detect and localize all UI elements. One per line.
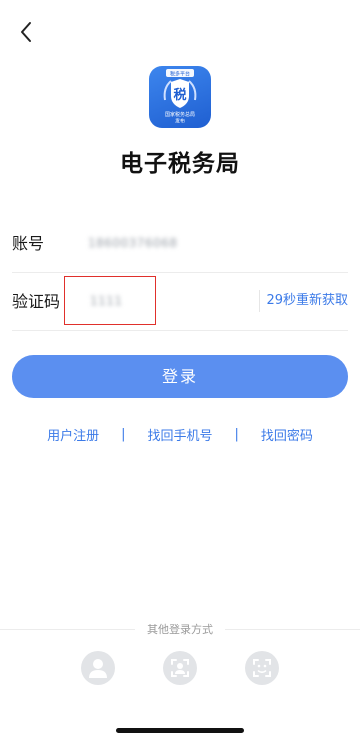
divider-line bbox=[225, 628, 360, 630]
home-indicator bbox=[116, 728, 244, 733]
verification-code-row: 验证码 1111 29秒重新获取 bbox=[12, 273, 348, 331]
account-label: 账号 bbox=[12, 234, 45, 253]
back-button[interactable] bbox=[12, 18, 40, 46]
account-row: 账号 18600376068 bbox=[12, 215, 348, 273]
user-icon bbox=[89, 659, 107, 678]
divider-line bbox=[0, 628, 135, 630]
account-links: 用户注册 | 找回手机号 | 找回密码 bbox=[0, 424, 360, 444]
face-id-icon bbox=[253, 659, 271, 677]
face-scan-login-option[interactable] bbox=[163, 651, 197, 685]
recover-password-link[interactable]: 找回密码 bbox=[261, 425, 313, 444]
face-scan-icon bbox=[171, 659, 189, 677]
account-input[interactable]: 18600376068 bbox=[88, 233, 177, 253]
logo-caption-line1: 国家税务总局 bbox=[165, 111, 195, 118]
logo-caption-line2: 发布 bbox=[175, 118, 185, 125]
verification-code-label: 验证码 bbox=[12, 292, 61, 311]
other-login-divider: 其他登录方式 bbox=[0, 621, 360, 637]
login-button[interactable]: 登录 bbox=[12, 355, 348, 398]
face-id-login-option[interactable] bbox=[245, 651, 279, 685]
link-separator: | bbox=[234, 426, 239, 442]
logo-glyph: 税 bbox=[173, 87, 186, 103]
chevron-left-icon bbox=[21, 22, 31, 42]
user-login-option[interactable] bbox=[81, 651, 115, 685]
resend-code-button[interactable]: 29秒重新获取 bbox=[259, 290, 348, 312]
highlight-annotation-box bbox=[64, 276, 156, 325]
logo-banner-text: 税多平台 bbox=[170, 71, 190, 78]
page-title: 电子税务局 bbox=[120, 151, 240, 177]
recover-phone-link[interactable]: 找回手机号 bbox=[147, 425, 212, 444]
app-logo: 税多平台 税 国家税务总局 发布 bbox=[149, 66, 211, 128]
link-separator: | bbox=[121, 426, 126, 442]
register-link[interactable]: 用户注册 bbox=[47, 425, 99, 444]
other-login-label: 其他登录方式 bbox=[147, 623, 213, 636]
